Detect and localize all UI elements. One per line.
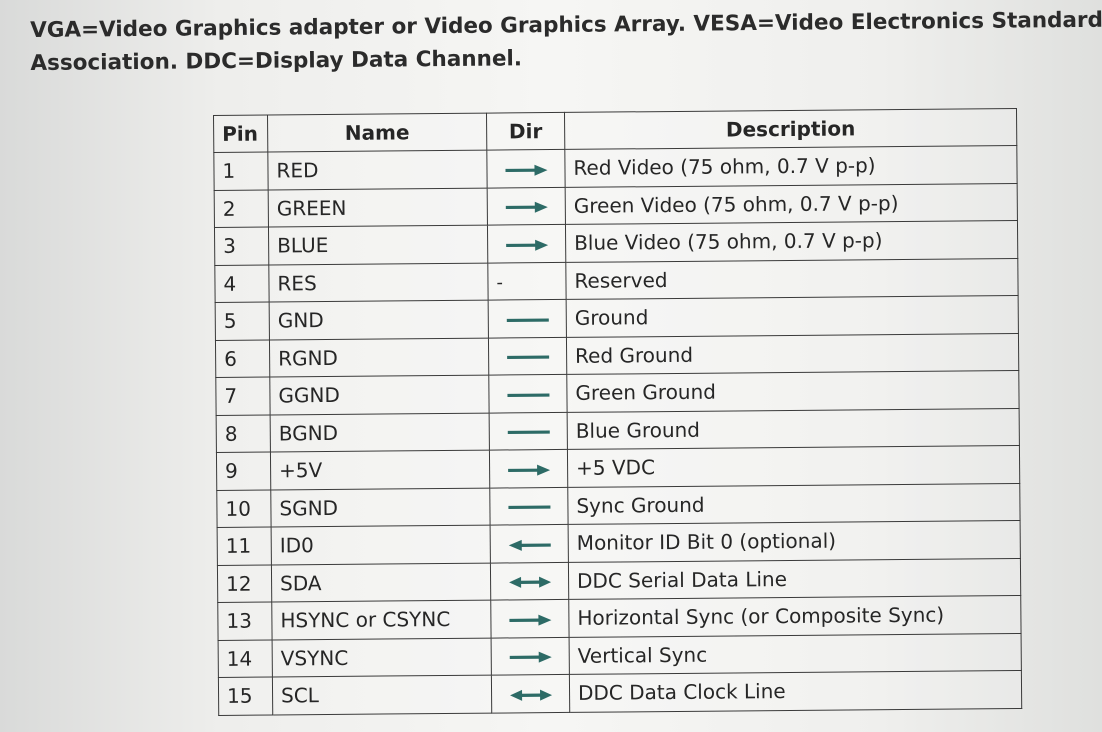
vga-pinout-table: Pin Name Dir Description 1 RED Red Video (… bbox=[213, 107, 1023, 716]
arrow-right-icon bbox=[507, 613, 553, 627]
pin-number: 14 bbox=[218, 639, 273, 678]
pin-direction bbox=[487, 224, 566, 263]
pin-name: SDA bbox=[271, 562, 491, 603]
pin-description: Red Video (75 ohm, 0.7 V p-p) bbox=[564, 145, 1018, 187]
pin-number: 8 bbox=[216, 414, 271, 453]
pin-number: 3 bbox=[214, 227, 269, 265]
pin-direction bbox=[489, 449, 568, 488]
pin-number: 4 bbox=[214, 264, 270, 303]
pin-name: RGND bbox=[269, 337, 489, 378]
ground-line-icon bbox=[505, 350, 551, 364]
pin-name: +5V bbox=[270, 450, 490, 490]
ground-line-icon bbox=[506, 500, 552, 514]
pin-number: 12 bbox=[217, 564, 272, 603]
ground-line-icon bbox=[505, 425, 551, 439]
pin-name: GREEN bbox=[268, 187, 488, 228]
pin-description: Ground bbox=[566, 295, 1019, 337]
pin-name: ID0 bbox=[271, 525, 491, 565]
pin-description: DDC Serial Data Line bbox=[568, 557, 1021, 600]
pin-description: Blue Ground bbox=[567, 407, 1020, 450]
pin-direction bbox=[490, 561, 569, 601]
pin-direction bbox=[489, 486, 569, 526]
header-dir: Dir bbox=[486, 112, 565, 151]
header-description: Description bbox=[564, 108, 1017, 150]
caption: VGA=Video Graphics adapter or Video Grap… bbox=[30, 4, 1102, 80]
pin-direction bbox=[486, 149, 566, 188]
pin-description: Sync Ground bbox=[567, 482, 1021, 525]
pin-description: Blue Video (75 ohm, 0.7 V p-p) bbox=[565, 220, 1018, 262]
pin-number: 1 bbox=[213, 152, 269, 190]
pin-number: 2 bbox=[214, 189, 269, 228]
pin-direction bbox=[490, 599, 570, 638]
arrow-left-icon bbox=[506, 538, 552, 552]
pin-number: 11 bbox=[217, 527, 272, 565]
pin-name: SGND bbox=[270, 487, 491, 528]
arrow-right-icon bbox=[503, 200, 549, 214]
pin-number: 9 bbox=[216, 452, 271, 490]
pin-direction bbox=[491, 636, 570, 676]
arrow-right-icon bbox=[504, 238, 550, 252]
bidirectional-arrow-icon bbox=[508, 688, 554, 702]
pin-description: DDC Data Clock Line bbox=[569, 670, 1022, 712]
pin-description: Green Ground bbox=[566, 370, 1020, 412]
pin-direction: - bbox=[487, 261, 567, 301]
pin-description: +5 VDC bbox=[567, 445, 1020, 487]
header-name: Name bbox=[267, 113, 487, 153]
pin-name: RED bbox=[267, 150, 488, 190]
pin-name: HSYNC or CSYNC bbox=[271, 600, 492, 640]
pin-name: BLUE bbox=[268, 225, 488, 265]
pin-description: Green Video (75 ohm, 0.7 V p-p) bbox=[565, 182, 1018, 225]
header-pin: Pin bbox=[213, 115, 268, 153]
pin-number: 13 bbox=[217, 602, 273, 640]
pin-description: Vertical Sync bbox=[569, 632, 1022, 675]
table-body: 1 RED Red Video (75 ohm, 0.7 V p-p) 2 GREEN G… bbox=[213, 145, 1022, 715]
pin-name: GND bbox=[269, 300, 489, 340]
pin-name: GGND bbox=[269, 375, 490, 415]
pin-direction bbox=[487, 186, 566, 226]
pin-number: 15 bbox=[218, 677, 273, 715]
pin-description: Horizontal Sync (or Composite Sync) bbox=[568, 595, 1022, 637]
pin-direction bbox=[488, 336, 567, 376]
pin-direction bbox=[489, 411, 568, 451]
pin-name: VSYNC bbox=[272, 637, 492, 678]
pin-name: SCL bbox=[272, 675, 492, 715]
arrow-right-icon bbox=[507, 650, 553, 664]
pin-direction bbox=[488, 299, 567, 338]
pin-description: Reserved bbox=[565, 257, 1019, 300]
arrow-right-icon bbox=[506, 463, 552, 477]
pin-number: 6 bbox=[215, 339, 270, 378]
pin-name: BGND bbox=[270, 412, 490, 453]
ground-line-icon bbox=[505, 388, 551, 402]
pin-direction bbox=[491, 674, 570, 713]
pin-number: 10 bbox=[216, 489, 272, 528]
pin-number: 5 bbox=[215, 302, 270, 340]
table-row: 15 SCL DDC Data Clock Line bbox=[218, 670, 1022, 715]
pin-direction bbox=[490, 524, 569, 563]
bidirectional-arrow-icon bbox=[507, 575, 553, 589]
ground-line-icon bbox=[504, 313, 550, 327]
pin-direction bbox=[488, 374, 568, 413]
arrow-right-icon bbox=[503, 163, 549, 177]
pin-description: Red Ground bbox=[566, 332, 1019, 375]
pin-description: Monitor ID Bit 0 (optional) bbox=[568, 520, 1021, 562]
pin-name: RES bbox=[268, 262, 489, 303]
direction-text: - bbox=[496, 272, 504, 294]
pin-number: 7 bbox=[215, 377, 271, 415]
